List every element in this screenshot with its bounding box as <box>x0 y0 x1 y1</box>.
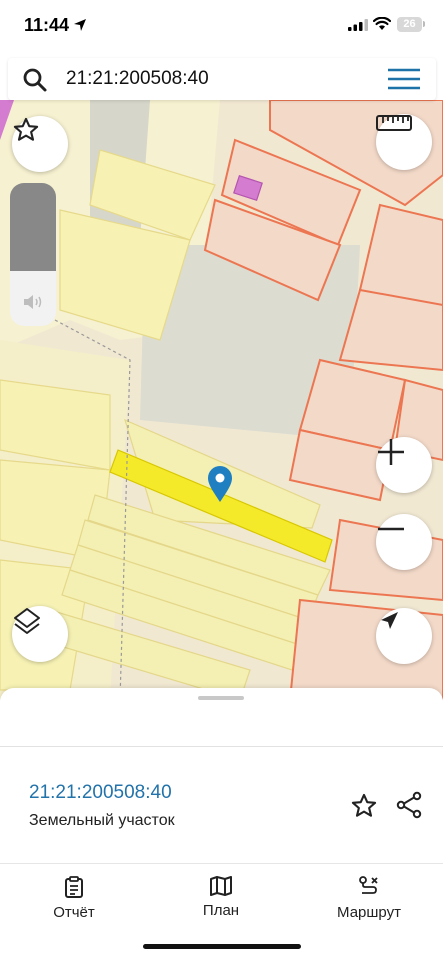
plus-icon <box>378 439 404 465</box>
menu-icon[interactable] <box>388 68 420 90</box>
wifi-icon <box>373 17 391 30</box>
home-indicator[interactable] <box>143 944 301 949</box>
battery-tip <box>423 21 425 27</box>
signal-icon <box>348 19 368 31</box>
star-outline-icon <box>13 117 39 141</box>
object-type: Земельный участок <box>29 812 175 829</box>
search-input[interactable] <box>66 58 366 100</box>
share-icon[interactable] <box>395 791 423 819</box>
layers-button[interactable] <box>12 606 68 662</box>
ruler-icon <box>376 115 412 131</box>
search-icon[interactable] <box>22 67 48 93</box>
speaker-icon <box>24 295 42 309</box>
zoom-in-button[interactable] <box>376 437 432 493</box>
zoom-out-button[interactable] <box>376 514 432 570</box>
tab-route[interactable]: Маршрут <box>332 876 406 921</box>
cadastral-number[interactable]: 21:21:200508:40 <box>29 782 172 804</box>
tab-label: План <box>202 902 240 919</box>
star-outline-icon[interactable] <box>350 792 378 820</box>
sheet-drag-handle[interactable] <box>198 696 244 700</box>
locate-me-button[interactable] <box>376 608 432 664</box>
divider <box>0 746 443 747</box>
tab-plan[interactable]: План <box>196 876 246 919</box>
status-bar: 11:44 26 <box>0 0 443 54</box>
location-arrow-icon <box>74 19 86 31</box>
map-icon <box>210 876 232 896</box>
volume-indicator <box>10 183 56 326</box>
navigation-arrow-icon <box>381 612 398 629</box>
divider <box>0 863 443 864</box>
cadastral-map[interactable] <box>0 100 443 700</box>
battery-indicator: 26 <box>397 17 422 32</box>
status-time: 11:44 <box>24 15 70 35</box>
tab-report[interactable]: Отчёт <box>46 876 102 921</box>
report-icon <box>65 876 83 898</box>
route-icon <box>359 876 378 894</box>
tab-label: Отчёт <box>53 904 95 921</box>
search-bar <box>8 58 436 100</box>
tab-label: Маршрут <box>337 904 401 921</box>
minus-icon <box>378 527 404 531</box>
layers-icon <box>14 608 40 634</box>
favorite-map-button[interactable] <box>12 116 68 172</box>
ruler-button[interactable] <box>376 114 432 170</box>
